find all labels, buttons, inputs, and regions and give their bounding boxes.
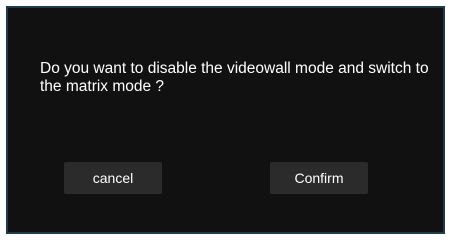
confirm-dialog: Do you want to disable the videowall mod… xyxy=(6,6,445,234)
confirm-button[interactable]: Confirm xyxy=(270,162,368,194)
dialog-message: Do you want to disable the videowall mod… xyxy=(40,60,429,95)
cancel-button[interactable]: cancel xyxy=(64,162,162,194)
